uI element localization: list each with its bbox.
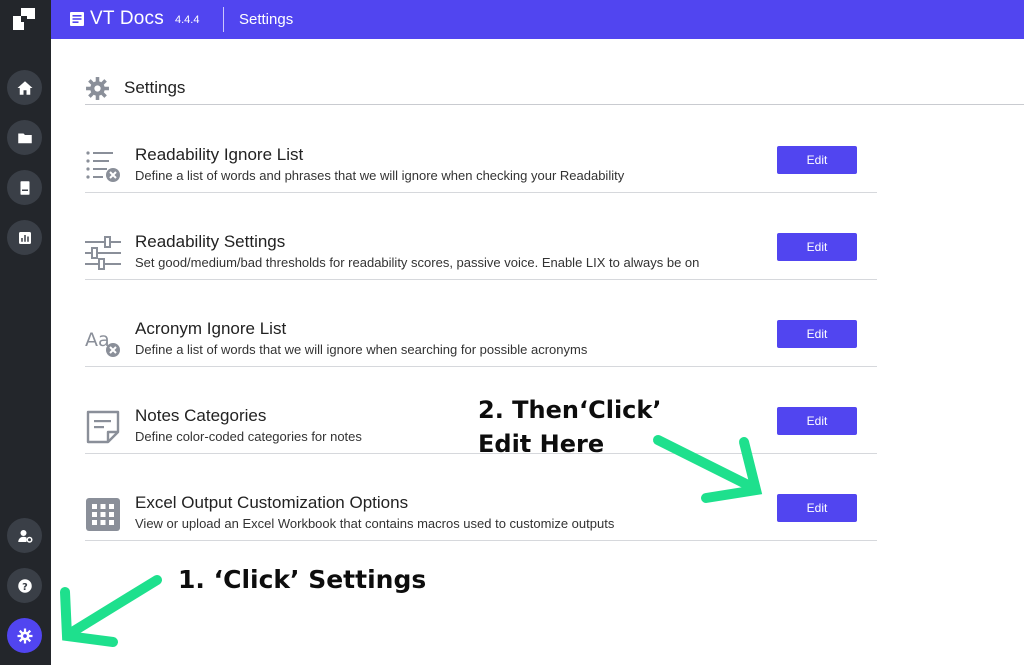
row-title: Excel Output Customization Options xyxy=(135,493,409,512)
app-window: ? VT Docs 4.4.4 Settings Settings Readab… xyxy=(0,0,1024,665)
edit-acronym-ignore-list-button[interactable]: Edit xyxy=(777,320,857,348)
row-description: Define a list of words that we will igno… xyxy=(135,342,588,357)
top-divider xyxy=(223,7,224,32)
user-gear-icon xyxy=(17,529,32,543)
page-header: Settings xyxy=(85,73,1024,105)
edit-notes-categories-button[interactable]: Edit xyxy=(777,407,857,435)
app-version: 4.4.4 xyxy=(175,14,200,26)
folder-icon xyxy=(17,133,32,143)
sidebar-document-button[interactable] xyxy=(7,170,42,205)
row-description: Define color-coded categories for notes xyxy=(135,429,362,444)
acronym-icon: Aa xyxy=(85,329,120,357)
annotation-step-2: 2. Then‘Click’ Edit Here xyxy=(478,393,661,461)
sidebar-home-button[interactable] xyxy=(7,70,42,105)
logo-icon xyxy=(13,8,35,30)
app-name: VT Docs xyxy=(90,8,164,29)
row-title: Notes Categories xyxy=(135,406,267,425)
sidebar: ? xyxy=(0,0,51,665)
home-icon xyxy=(17,80,32,95)
help-icon: ? xyxy=(17,578,32,593)
settings-row-readability-ignore-list: Readability Ignore List Define a list of… xyxy=(85,140,877,193)
settings-gear-icon xyxy=(86,77,109,100)
row-title: Readability Settings xyxy=(135,232,286,251)
annotation-step-1: 1. ‘Click’ Settings xyxy=(178,565,427,594)
row-description: Define a list of words and phrases that … xyxy=(135,168,625,183)
sidebar-folder-button[interactable] xyxy=(7,120,42,155)
sidebar-chart-button[interactable] xyxy=(7,220,42,255)
sidebar-user-settings-button[interactable] xyxy=(7,518,42,553)
top-section-title: Settings xyxy=(239,11,294,28)
brand[interactable]: VT Docs xyxy=(69,8,164,30)
row-description: Set good/medium/bad thresholds for reada… xyxy=(135,255,700,270)
svg-text:?: ? xyxy=(22,581,28,592)
page-title: Settings xyxy=(124,78,186,97)
edit-readability-ignore-list-button[interactable]: Edit xyxy=(777,146,857,174)
arrow-to-edit-icon xyxy=(653,435,763,503)
sliders-icon xyxy=(85,236,121,270)
top-bar: VT Docs 4.4.4 Settings xyxy=(51,0,1024,39)
settings-row-acronym-ignore-list: Aa Acronym Ignore List Define a list of … xyxy=(85,314,877,367)
annotation-step-2-line-2: Edit Here xyxy=(478,430,605,458)
note-icon xyxy=(86,410,120,444)
row-description: View or upload an Excel Workbook that co… xyxy=(135,516,615,531)
grid-icon xyxy=(86,498,120,531)
edit-readability-settings-button[interactable]: Edit xyxy=(777,233,857,261)
arrow-to-settings-icon xyxy=(60,575,162,647)
row-title: Readability Ignore List xyxy=(135,145,304,164)
edit-excel-output-button[interactable]: Edit xyxy=(777,494,857,522)
annotation-step-2-line-1: 2. Then‘Click’ xyxy=(478,396,662,424)
sidebar-help-button[interactable]: ? xyxy=(7,568,42,603)
row-title: Acronym Ignore List xyxy=(135,319,287,338)
settings-row-readability-settings: Readability Settings Set good/medium/bad… xyxy=(85,227,877,280)
bar-chart-icon xyxy=(18,231,31,244)
document-logo-icon xyxy=(70,12,84,26)
document-icon xyxy=(20,180,29,195)
sidebar-settings-button[interactable] xyxy=(7,618,42,653)
list-ignore-icon xyxy=(86,151,120,182)
svg-text:Aa: Aa xyxy=(85,329,110,351)
gear-icon xyxy=(17,628,32,643)
